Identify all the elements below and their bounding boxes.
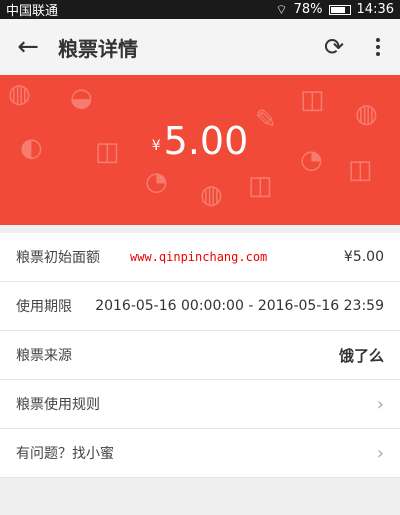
more-vert-icon [376, 38, 380, 56]
validity-row: 使用期限 2016-05-16 00:00:00 - 2016-05-16 23… [0, 282, 400, 331]
validity-label: 使用期限 [16, 299, 72, 315]
drink-icon: ◫ [300, 85, 325, 115]
arrow-left-icon: ← [17, 32, 39, 62]
bowl-icon: ◍ [200, 180, 223, 210]
refresh-icon: ⟳ [323, 33, 345, 61]
carrier-label: 中国联通 [6, 4, 59, 19]
more-button[interactable] [356, 19, 400, 75]
voucher-amount: ¥5.00 [0, 119, 400, 163]
source-row: 粮票来源 饿了么 [0, 331, 400, 380]
face-value-row: 粮票初始面额 www.qinpinchang.com ¥5.00 [0, 233, 400, 282]
currency-symbol: ¥ [151, 138, 161, 154]
chevron-right-icon: › [376, 442, 384, 464]
watermark-text: www.qinpinchang.com [130, 250, 268, 264]
chevron-right-icon: › [376, 393, 384, 415]
burger-icon: ◒ [70, 83, 93, 113]
back-button[interactable]: ← [0, 19, 56, 75]
help-row[interactable]: 有问题？找小蜜 › [0, 429, 400, 478]
amount-value: 5.00 [163, 119, 249, 163]
refresh-button[interactable]: ⟳ [312, 19, 356, 75]
source-value: 饿了么 [338, 346, 384, 365]
drink-icon: ◫ [248, 171, 273, 201]
rules-row[interactable]: 粮票使用规则 › [0, 380, 400, 429]
voucher-banner: ◍ ◒ ◐ ◫ ◫ ◍ ✎ ◔ ◫ ◔ ◍ ◫ ¥5.00 [0, 75, 400, 225]
page-title: 粮票详情 [58, 36, 138, 61]
battery-percent: 78% [293, 2, 323, 17]
bowl-icon: ◍ [8, 79, 31, 109]
validity-value: 2016-05-16 00:00:00 - 2016-05-16 23:59 [95, 298, 384, 314]
rules-label: 粮票使用规则 [16, 397, 100, 413]
battery-icon [328, 4, 351, 15]
face-value-label: 粮票初始面额 [16, 250, 100, 266]
wifi-icon: ⌔ [275, 2, 288, 18]
status-bar: 中国联通 ⌔ 78% 14:36 [0, 0, 400, 19]
help-label: 有问题？找小蜜 [16, 446, 114, 462]
status-icons: ⌔ 78% 14:36 [275, 2, 394, 18]
details-list: 粮票初始面额 www.qinpinchang.com ¥5.00 使用期限 20… [0, 233, 400, 478]
source-label: 粮票来源 [16, 348, 72, 364]
app-bar: ← 粮票详情 ⟳ [0, 19, 400, 75]
lollipop-icon: ◔ [145, 167, 168, 197]
face-value: ¥5.00 [343, 249, 384, 265]
clock: 14:36 [356, 2, 394, 17]
